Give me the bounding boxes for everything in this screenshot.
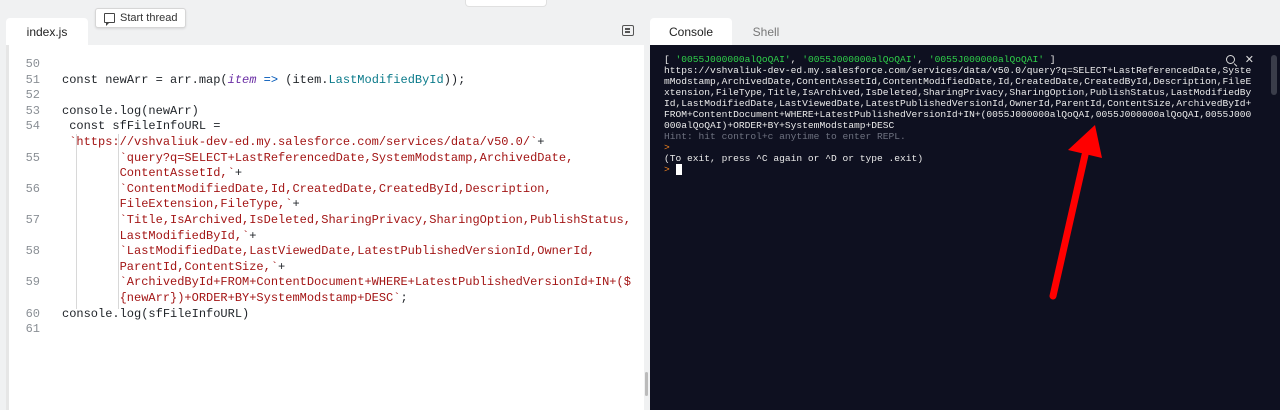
top-strip <box>0 0 1280 12</box>
code-editor: index.js 50 51 const newArr = arr.map(item… <box>6 18 644 410</box>
code-text: console.log(newArr) <box>62 103 199 118</box>
close-icon[interactable]: ✕ <box>1245 54 1254 65</box>
code-text: ContentAssetId,`+ <box>119 166 243 181</box>
code-text: `https://vshvaliuk-dev-ed.my.salesforce.… <box>69 135 545 149</box>
line-number: 52 <box>25 88 40 103</box>
comment-icon <box>104 13 115 26</box>
code-text: {newArr})+ORDER+BY+SystemModstamp+DESC`; <box>119 291 408 305</box>
line-number: 53 <box>25 103 40 118</box>
console-line: FROM+ContentDocument+WHERE+LatestPublish… <box>664 109 1252 120</box>
tab-console[interactable]: Console <box>650 18 732 45</box>
code-text: `LastModifiedDate,LastViewedDate,LatestP… <box>119 244 595 259</box>
line-number: 57 <box>25 213 40 227</box>
line-number: 56 <box>25 181 40 196</box>
splitter-handle[interactable] <box>645 372 648 396</box>
console-line: > <box>664 164 682 175</box>
console-line: Id,LastModifiedDate,LastViewedDate,Lates… <box>664 98 1252 109</box>
line-number: 61 <box>25 322 40 337</box>
console-line: xtension,FileType,Title,IsArchived,IsDel… <box>664 87 1252 98</box>
line-number: 59 <box>25 275 40 290</box>
code-text: `query?q=SELECT+LastReferencedDate,Syste… <box>119 150 574 165</box>
console-line: (To exit, press ^C again or ^D or type .… <box>664 153 924 164</box>
tab-console-label: Console <box>668 24 714 39</box>
code-text: `Title,IsArchived,IsDeleted,SharingPriva… <box>119 213 631 227</box>
console-tools: ✕ <box>1225 54 1254 65</box>
console-line: [ '0055J000000alQoQAI', '0055J000000alQo… <box>664 54 1056 65</box>
code-text: const sfFileInfoURL = <box>69 119 221 134</box>
line-number: 51 <box>25 72 40 87</box>
code-text: FileExtension,FileType,`+ <box>119 197 300 212</box>
code-text: const newArr = arr.map(item => (item.Las… <box>62 72 466 87</box>
line-number: 55 <box>25 150 40 165</box>
tab-index-js[interactable]: index.js <box>6 18 88 45</box>
start-thread-label: Start thread <box>120 12 178 24</box>
search-icon[interactable] <box>1225 55 1235 64</box>
console-line: https://vshvaliuk-dev-ed.my.salesforce.c… <box>664 65 1252 76</box>
code-text: `ContentModifiedDate,Id,CreatedDate,Crea… <box>119 181 552 196</box>
top-handle[interactable] <box>465 0 547 7</box>
console-line: mModstamp,ArchivedDate,ContentAssetId,Co… <box>664 76 1252 87</box>
line-number: 50 <box>25 57 40 71</box>
console-output[interactable]: ✕ [ '0055J000000alQoQAI', '0055J000000al… <box>650 45 1280 410</box>
indent-guide <box>76 134 77 309</box>
console-tab-bar: Console Shell <box>650 18 1280 45</box>
line-number: 54 <box>25 119 40 134</box>
console-scrollbar[interactable] <box>1268 45 1280 410</box>
start-thread-button[interactable]: Start thread <box>95 8 187 28</box>
tab-shell[interactable]: Shell <box>738 18 794 45</box>
console-line: > <box>664 142 670 153</box>
code-text: LastModifiedById,`+ <box>119 228 257 243</box>
console-scroll-thumb[interactable] <box>1271 55 1277 95</box>
line-number: 58 <box>25 244 40 259</box>
console-line: Hint: hit control+c anytime to enter REP… <box>664 131 906 142</box>
code-text: `ArchivedById+FROM+ContentDocument+WHERE… <box>119 275 631 290</box>
code-area[interactable]: 50 51 const newArr = arr.map(item => (item… <box>6 45 644 410</box>
line-number: 60 <box>25 306 40 321</box>
code-text: console.log(sfFileInfoURL) <box>62 306 250 321</box>
tab-shell-label: Shell <box>752 24 780 39</box>
indent-guide <box>118 134 119 309</box>
console-line: 000alQoQAI)+ORDER+BY+SystemModstamp+DESC <box>664 120 895 131</box>
code-text: ParentId,ContentSize,`+ <box>119 259 286 274</box>
editor-menu-icon[interactable] <box>622 25 634 36</box>
tab-index-js-label: index.js <box>26 24 68 39</box>
